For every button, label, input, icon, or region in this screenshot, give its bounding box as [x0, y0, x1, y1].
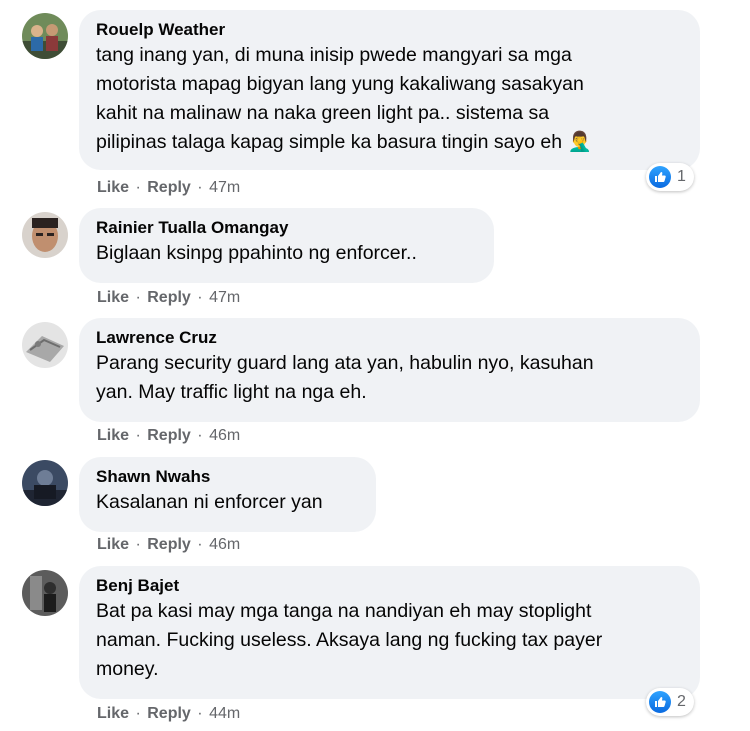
comment-timestamp[interactable]: 46m: [209, 536, 240, 553]
separator: ·: [197, 289, 203, 306]
avatar-photo: [22, 570, 68, 616]
comment-body: tang inang yan, di muna inisip pwede man…: [96, 44, 584, 153]
comment-author[interactable]: Rainier Tualla Omangay: [96, 217, 477, 239]
comment-timestamp[interactable]: 46m: [209, 427, 240, 444]
avatar[interactable]: [22, 460, 68, 506]
comment-bubble: Lawrence Cruz Parang security guard lang…: [79, 318, 700, 422]
reaction-count-badge[interactable]: 2: [646, 688, 694, 716]
comment-timestamp[interactable]: 44m: [209, 705, 240, 722]
reaction-count: 1: [677, 168, 686, 185]
reply-button[interactable]: Reply: [147, 536, 191, 553]
avatar[interactable]: [22, 212, 68, 258]
separator: ·: [135, 289, 141, 306]
avatar-photo: [22, 13, 68, 59]
reply-button[interactable]: Reply: [147, 705, 191, 722]
comment-bubble: Rouelp Weather tang inang yan, di muna i…: [79, 10, 700, 170]
comment-author[interactable]: Shawn Nwahs: [96, 466, 359, 488]
reply-button[interactable]: Reply: [147, 179, 191, 196]
comment-timestamp[interactable]: 47m: [209, 179, 240, 196]
facepalm-emoji: 🤦‍♂️: [567, 131, 592, 153]
like-button[interactable]: Like: [97, 705, 129, 722]
like-button[interactable]: Like: [97, 179, 129, 196]
comment-actions: Like · Reply · 46m: [97, 426, 240, 446]
separator: ·: [135, 705, 141, 722]
separator: ·: [135, 536, 141, 553]
comment-author[interactable]: Benj Bajet: [96, 575, 683, 597]
separator: ·: [197, 536, 203, 553]
comment-actions: Like · Reply · 46m: [97, 535, 240, 555]
comment-author[interactable]: Lawrence Cruz: [96, 327, 683, 349]
comment-text: Kasalanan ni enforcer yan: [96, 491, 323, 513]
reaction-count: 2: [677, 693, 686, 710]
reaction-count-badge[interactable]: 1: [646, 163, 694, 191]
comment-text: Parang security guard lang ata yan, habu…: [96, 352, 594, 403]
separator: ·: [135, 427, 141, 444]
comment-bubble: Rainier Tualla Omangay Biglaan ksinpg pp…: [79, 208, 494, 283]
like-button[interactable]: Like: [97, 427, 129, 444]
comment-thread: Rouelp Weather tang inang yan, di muna i…: [0, 0, 750, 731]
comment-text: Biglaan ksinpg ppahinto ng enforcer..: [96, 242, 417, 264]
avatar-photo: [22, 212, 68, 258]
comment-bubble: Benj Bajet Bat pa kasi may mga tanga na …: [79, 566, 700, 699]
separator: ·: [197, 427, 203, 444]
comment-timestamp[interactable]: 47m: [209, 289, 240, 306]
comment-bubble: Shawn Nwahs Kasalanan ni enforcer yan: [79, 457, 376, 532]
comment-text: tang inang yan, di muna inisip pwede man…: [96, 41, 683, 157]
separator: ·: [197, 705, 203, 722]
comment-actions: Like · Reply · 44m: [97, 704, 240, 724]
reply-button[interactable]: Reply: [147, 427, 191, 444]
like-icon: [649, 691, 671, 713]
like-icon: [649, 166, 671, 188]
comment-actions: Like · Reply · 47m: [97, 288, 240, 308]
avatar-photo: [22, 322, 68, 368]
comment-author[interactable]: Rouelp Weather: [96, 19, 683, 41]
comment-actions: Like · Reply · 47m: [97, 178, 240, 198]
like-button[interactable]: Like: [97, 536, 129, 553]
like-button[interactable]: Like: [97, 289, 129, 306]
reply-button[interactable]: Reply: [147, 289, 191, 306]
avatar-photo: [22, 460, 68, 506]
separator: ·: [197, 179, 203, 196]
separator: ·: [135, 179, 141, 196]
comment-text: Bat pa kasi may mga tanga na nandiyan eh…: [96, 600, 603, 680]
avatar[interactable]: [22, 13, 68, 59]
avatar[interactable]: [22, 570, 68, 616]
avatar[interactable]: [22, 322, 68, 368]
